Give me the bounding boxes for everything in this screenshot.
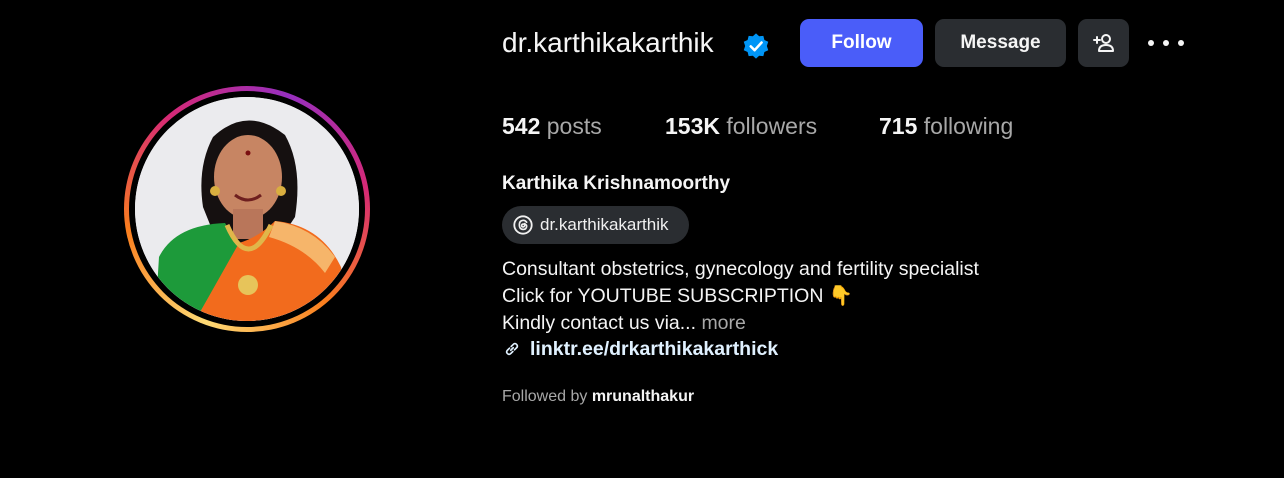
threads-handle[interactable]: dr.karthikakarthik: [540, 215, 669, 235]
followers-label[interactable]: followers: [726, 113, 817, 139]
followed-by-user[interactable]: mrunalthakur: [592, 388, 694, 405]
bio-line-text: Click for YOUTUBE SUBSCRIPTION: [502, 285, 824, 307]
bio-line: Consultant obstetrics, gynecology and fe…: [502, 258, 979, 280]
followers-stat[interactable]: 153K followers: [665, 112, 817, 140]
verified-badge-icon: [743, 33, 769, 59]
profile-avatar[interactable]: [135, 97, 359, 321]
followers-count[interactable]: 153K: [665, 113, 720, 139]
profile-full-name: Karthika Krishnamoorthy: [502, 173, 731, 194]
profile-username: dr.karthikakarthik: [502, 27, 714, 58]
message-button[interactable]: Message: [935, 19, 1066, 67]
more-options-icon[interactable]: [1148, 30, 1184, 56]
profile-avatar-ring[interactable]: [124, 86, 370, 332]
bio-line-text: Kindly contact us via...: [502, 312, 697, 334]
posts-label: posts: [546, 113, 602, 139]
bio-line-youtube: Click for YOUTUBE SUBSCRIPTION 👇: [502, 283, 979, 310]
following-count[interactable]: 715: [879, 113, 917, 139]
link-icon: [505, 342, 519, 356]
posts-count: 542: [502, 113, 541, 139]
bio-line-contact: Kindly contact us via... more: [502, 310, 979, 337]
suggested-accounts-button[interactable]: [1078, 19, 1129, 67]
following-stat[interactable]: 715 following: [879, 112, 1013, 140]
pointing-down-emoji: 👇: [828, 285, 854, 307]
add-person-icon: [1092, 34, 1114, 52]
followed-by-label: Followed by: [502, 388, 588, 405]
threads-badge[interactable]: dr.karthikakarthik: [502, 206, 689, 244]
profile-link-url[interactable]: linktr.ee/drkarthikakarthick: [530, 338, 778, 361]
threads-icon: [513, 215, 533, 235]
avatar-photo-image: [135, 97, 359, 321]
posts-stat: 542 posts: [502, 112, 602, 140]
profile-external-link[interactable]: linktr.ee/drkarthikakarthick: [502, 336, 778, 362]
profile-bio: Consultant obstetrics, gynecology and fe…: [502, 256, 979, 337]
follow-button[interactable]: Follow: [800, 19, 923, 67]
bio-more-link[interactable]: more: [701, 312, 745, 334]
followed-by-text[interactable]: Followed by mrunalthakur: [502, 387, 694, 407]
following-label[interactable]: following: [924, 113, 1014, 139]
more-dot: [1178, 40, 1184, 46]
more-dot: [1163, 40, 1169, 46]
more-dot: [1148, 40, 1154, 46]
